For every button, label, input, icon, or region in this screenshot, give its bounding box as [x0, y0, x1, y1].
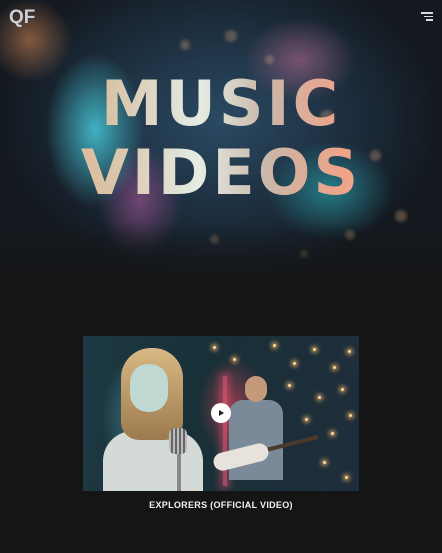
page-title-line-2: VIDEOS [0, 142, 442, 204]
bokeh-light [225, 30, 237, 42]
singer-figure [103, 431, 203, 491]
guitarist-head [245, 376, 267, 402]
bokeh-light [265, 55, 274, 64]
video-thumbnail[interactable] [83, 336, 359, 491]
site-logo[interactable]: QF [9, 7, 35, 29]
play-icon [219, 410, 224, 416]
guitarist-figure [229, 400, 283, 480]
page-title-line-1: MUSIC [0, 73, 442, 135]
bokeh-light [395, 210, 407, 222]
hero-fade [0, 222, 442, 292]
play-button[interactable] [211, 403, 231, 423]
hamburger-menu-icon[interactable] [421, 12, 433, 21]
singer-face [130, 364, 168, 412]
microphone [169, 428, 187, 454]
video-title[interactable]: EXPLORERS (OFFICIAL VIDEO) [83, 500, 359, 510]
bokeh-light [180, 40, 190, 50]
